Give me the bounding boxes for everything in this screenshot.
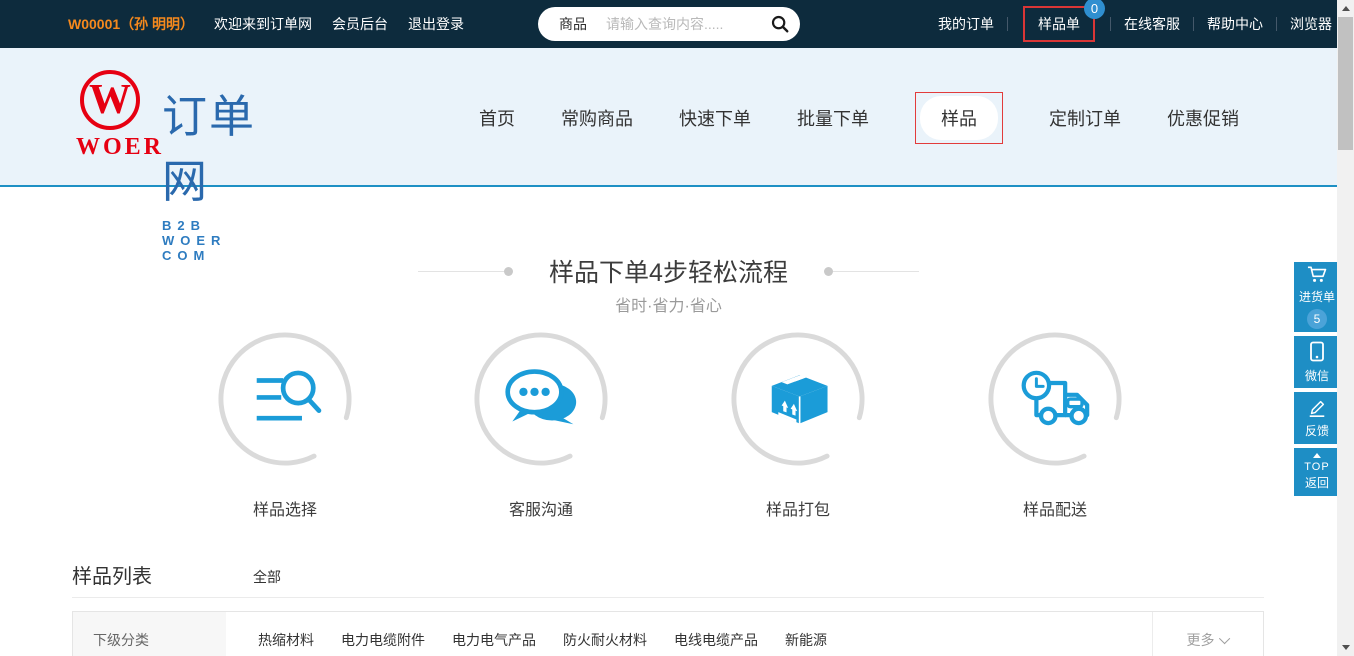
site-title-block: 订单网 B2B WOER COM bbox=[162, 70, 276, 263]
sample-order-badge: 0 bbox=[1084, 0, 1105, 19]
step-ring bbox=[729, 330, 867, 468]
top-label: TOP bbox=[1304, 461, 1329, 473]
nav-item-custom-order[interactable]: 定制订单 bbox=[1049, 105, 1121, 131]
step-ring bbox=[472, 330, 610, 468]
topbar-right-group: 我的订单 样品单 0 在线客服 帮助中心 浏览器 bbox=[938, 0, 1332, 48]
step-label: 样品选择 bbox=[185, 496, 385, 520]
cart-icon bbox=[1306, 265, 1328, 287]
scroll-down-arrow[interactable] bbox=[1337, 639, 1354, 656]
search-list-icon bbox=[247, 364, 323, 435]
nav-item-samples-highlight: 样品 bbox=[915, 92, 1003, 144]
step-label: 样品配送 bbox=[955, 496, 1155, 520]
arrow-up-icon bbox=[1313, 453, 1321, 458]
category-power-cable-accessories[interactable]: 电力电缆附件 bbox=[341, 630, 425, 650]
user-id[interactable]: W00001（孙 明明） bbox=[68, 14, 194, 34]
wechat-label: 微信 bbox=[1305, 369, 1329, 383]
more-button[interactable]: 更多 bbox=[1152, 612, 1263, 656]
separator bbox=[1007, 17, 1008, 31]
decorative-line bbox=[418, 271, 504, 272]
site-header: W WOER 订单网 B2B WOER COM 首页 常购商品 快速下单 批量下… bbox=[0, 48, 1337, 187]
topbar-left-group: W00001（孙 明明） 欢迎来到订单网 会员后台 退出登录 bbox=[68, 0, 464, 48]
chevron-down-icon bbox=[1218, 633, 1229, 644]
category-heat-shrink[interactable]: 热缩材料 bbox=[258, 630, 314, 650]
logo-circle: W bbox=[80, 70, 140, 130]
nav-item-frequent-products[interactable]: 常购商品 bbox=[561, 105, 633, 131]
process-step-service: 客服沟通 bbox=[441, 330, 641, 520]
chat-icon bbox=[499, 360, 583, 439]
decorative-line bbox=[833, 271, 919, 272]
process-step-select: 样品选择 bbox=[185, 330, 385, 520]
search-input[interactable]: 请输入查询内容..... bbox=[606, 14, 760, 34]
cart-badge: 5 bbox=[1307, 309, 1327, 329]
back-to-top-button[interactable]: TOP 返回 bbox=[1294, 448, 1340, 496]
category-fireproof-materials[interactable]: 防火耐火材料 bbox=[563, 630, 647, 650]
decorative-dot bbox=[824, 267, 833, 276]
logout-link[interactable]: 退出登录 bbox=[408, 14, 464, 34]
process-step-packing: 样品打包 bbox=[698, 330, 898, 520]
step-ring bbox=[986, 330, 1124, 468]
separator bbox=[1276, 17, 1277, 31]
sample-list-title: 样品列表 bbox=[72, 560, 152, 589]
online-service-link[interactable]: 在线客服 bbox=[1124, 14, 1180, 34]
purchase-list-button[interactable]: 进货单 5 bbox=[1294, 262, 1340, 332]
nav-item-promotions[interactable]: 优惠促销 bbox=[1167, 105, 1239, 131]
process-title-row: 样品下单4步轻松流程 bbox=[0, 253, 1337, 289]
feedback-label: 反馈 bbox=[1305, 424, 1329, 438]
nav-item-samples[interactable]: 样品 bbox=[920, 96, 998, 140]
top-bar: W00001（孙 明明） 欢迎来到订单网 会员后台 退出登录 商品 请输入查询内… bbox=[0, 0, 1337, 48]
category-electric-products[interactable]: 电力电气产品 bbox=[452, 630, 536, 650]
vertical-scrollbar[interactable] bbox=[1337, 0, 1354, 656]
step-label: 客服沟通 bbox=[441, 496, 641, 520]
separator bbox=[1193, 17, 1194, 31]
category-row: 热缩材料 电力电缆附件 电力电气产品 防火耐火材料 电线电缆产品 新能源 bbox=[226, 612, 827, 656]
site-name: 订单网 bbox=[162, 80, 276, 210]
search-bar[interactable]: 商品 请输入查询内容..... bbox=[538, 7, 800, 41]
browser-link[interactable]: 浏览器 bbox=[1290, 14, 1332, 34]
help-center-link[interactable]: 帮助中心 bbox=[1207, 14, 1263, 34]
filter-label: 下级分类 bbox=[73, 612, 226, 656]
nav-item-quick-order[interactable]: 快速下单 bbox=[679, 105, 751, 131]
logo-brand-text: WOER bbox=[76, 134, 144, 161]
page: W00001（孙 明明） 欢迎来到订单网 会员后台 退出登录 商品 请输入查询内… bbox=[0, 0, 1354, 656]
woer-logo-icon: W WOER bbox=[76, 70, 144, 263]
my-orders-link[interactable]: 我的订单 bbox=[938, 14, 994, 34]
category-filter-panel: 下级分类 热缩材料 电力电缆附件 电力电气产品 防火耐火材料 电线电缆产品 新能… bbox=[72, 611, 1264, 656]
back-label: 返回 bbox=[1305, 476, 1329, 490]
search-icon[interactable] bbox=[760, 7, 800, 41]
phone-icon bbox=[1308, 341, 1326, 366]
tab-all[interactable]: 全部 bbox=[253, 567, 281, 587]
nav-item-bulk-order[interactable]: 批量下单 bbox=[797, 105, 869, 131]
welcome-text: 欢迎来到订单网 bbox=[214, 14, 312, 34]
feedback-button[interactable]: 反馈 bbox=[1294, 392, 1340, 444]
process-title: 样品下单4步轻松流程 bbox=[549, 253, 788, 289]
main-nav: 首页 常购商品 快速下单 批量下单 样品 定制订单 优惠促销 bbox=[479, 48, 1239, 187]
sample-order-label: 样品单 bbox=[1038, 16, 1080, 32]
sample-order-link[interactable]: 样品单 0 bbox=[1023, 6, 1095, 42]
divider bbox=[72, 597, 1264, 598]
delivery-truck-icon bbox=[1011, 361, 1099, 438]
process-step-delivery: 样品配送 bbox=[955, 330, 1155, 520]
more-label: 更多 bbox=[1187, 630, 1215, 650]
logo-letter: W bbox=[89, 79, 131, 121]
logo[interactable]: W WOER 订单网 B2B WOER COM bbox=[76, 70, 276, 263]
wechat-button[interactable]: 微信 bbox=[1294, 336, 1340, 388]
category-wire-cable-products[interactable]: 电线电缆产品 bbox=[674, 630, 758, 650]
process-subtitle: 省时·省力·省心 bbox=[0, 292, 1337, 316]
pencil-icon bbox=[1307, 398, 1327, 421]
decorative-dot bbox=[504, 267, 513, 276]
scroll-up-arrow[interactable] bbox=[1337, 0, 1354, 17]
search-category-label[interactable]: 商品 bbox=[559, 14, 587, 34]
category-new-energy[interactable]: 新能源 bbox=[785, 630, 827, 650]
nav-item-home[interactable]: 首页 bbox=[479, 105, 515, 131]
scrollbar-thumb[interactable] bbox=[1338, 17, 1353, 150]
step-ring bbox=[216, 330, 354, 468]
separator bbox=[1110, 17, 1111, 31]
member-center-link[interactable]: 会员后台 bbox=[332, 14, 388, 34]
step-label: 样品打包 bbox=[698, 496, 898, 520]
cart-label: 进货单 bbox=[1299, 290, 1335, 304]
floating-toolbar: 进货单 5 微信 反馈 TOP 返回 bbox=[1294, 262, 1340, 496]
package-icon bbox=[757, 360, 839, 439]
